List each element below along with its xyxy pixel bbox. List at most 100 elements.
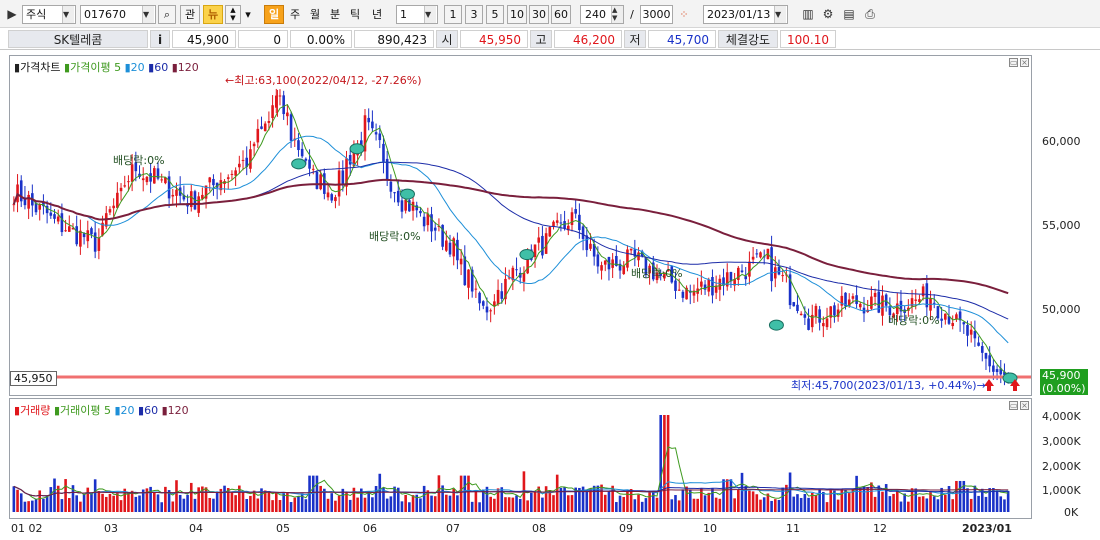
legend-volume-ma: 거래이평 bbox=[60, 404, 101, 417]
info-button[interactable]: i bbox=[150, 30, 170, 48]
volume-bar bbox=[807, 497, 810, 512]
menu-arrow-icon[interactable]: ▶ bbox=[4, 6, 20, 22]
quick-interval-5[interactable]: 5 bbox=[486, 5, 504, 24]
total-input[interactable]: 3000 bbox=[640, 5, 673, 24]
quick-interval-1[interactable]: 1 bbox=[444, 5, 462, 24]
period-year[interactable]: 년 bbox=[367, 5, 387, 24]
candle-body bbox=[263, 123, 267, 132]
candle-body bbox=[980, 346, 984, 353]
volume-bar bbox=[93, 479, 97, 512]
volume-bar bbox=[178, 494, 182, 512]
candle-body bbox=[818, 309, 821, 323]
stepper-button[interactable]: ▲ ▼ bbox=[225, 5, 241, 24]
candle-body bbox=[382, 143, 385, 162]
candle-body bbox=[951, 322, 955, 327]
candle-body bbox=[145, 176, 149, 183]
legend-price-chart: 가격차트 bbox=[20, 61, 61, 74]
volume-chart-pane[interactable]: ▮거래량 ▮거래이평 5 ▮20 ▮60 ▮120 ▭ × bbox=[9, 398, 1032, 519]
candle-body bbox=[622, 265, 626, 275]
calendar-dropdown-icon[interactable]: ▼ bbox=[774, 6, 786, 23]
chart-icon[interactable]: ▥ bbox=[800, 6, 816, 22]
candle-body bbox=[212, 178, 215, 186]
interval-select[interactable]: 1 ▼ bbox=[396, 5, 438, 24]
close-icon[interactable]: × bbox=[1020, 401, 1029, 410]
volume-bar bbox=[677, 500, 681, 512]
close-icon[interactable]: × bbox=[1020, 58, 1029, 67]
candle-body bbox=[870, 296, 873, 309]
volume-bar bbox=[419, 498, 422, 512]
chevron-down-icon[interactable]: ▼ bbox=[142, 6, 154, 23]
volume-bar bbox=[637, 494, 640, 512]
volume-bar bbox=[278, 500, 282, 512]
volume-bar bbox=[112, 495, 115, 512]
volume-bar bbox=[773, 499, 777, 512]
volume-bar bbox=[903, 493, 906, 512]
volume-bar bbox=[31, 500, 34, 512]
dropdown-icon[interactable]: ▾ bbox=[243, 5, 253, 24]
candle-body bbox=[337, 170, 341, 197]
volume-bar bbox=[622, 496, 626, 512]
candle-body bbox=[230, 173, 234, 175]
ma20-line bbox=[13, 135, 1009, 344]
search-button[interactable]: ⌕ bbox=[158, 5, 176, 24]
volume-bar bbox=[49, 487, 53, 512]
period-tick[interactable]: 틱 bbox=[346, 5, 364, 24]
code-input[interactable]: 017670 ▼ bbox=[80, 5, 156, 24]
candle-body bbox=[304, 158, 308, 161]
chevron-down-icon[interactable]: ▼ bbox=[62, 6, 74, 23]
date-picker[interactable]: 2023/01/13 ▼ bbox=[703, 5, 788, 24]
quick-interval-60[interactable]: 60 bbox=[551, 5, 571, 24]
volume-bar bbox=[511, 497, 515, 512]
count-input[interactable]: 240 ▲ ▼ bbox=[580, 5, 624, 24]
period-month[interactable]: 월 bbox=[306, 5, 324, 24]
dividend-label-2: 배당락:0% bbox=[369, 230, 421, 243]
candle-body bbox=[400, 200, 404, 212]
gear-icon[interactable]: ⚙ bbox=[820, 6, 836, 22]
volume-bar bbox=[847, 493, 851, 512]
volume-bar bbox=[485, 486, 489, 512]
quick-interval-10[interactable]: 10 bbox=[507, 5, 527, 24]
quick-interval-30[interactable]: 30 bbox=[529, 5, 549, 24]
legend-price-ma: 가격이평 bbox=[70, 61, 111, 74]
volume-bar bbox=[38, 490, 42, 512]
count-input-value: 240 bbox=[585, 8, 606, 21]
candle-body bbox=[877, 291, 881, 313]
minimize-icon[interactable]: ▭ bbox=[1009, 401, 1018, 410]
save-icon[interactable]: ▤ bbox=[841, 6, 857, 22]
candle-body bbox=[378, 133, 382, 141]
quick-interval-3[interactable]: 3 bbox=[465, 5, 483, 24]
volume-axis-label: 4,000K bbox=[1042, 410, 1081, 423]
period-week[interactable]: 주 bbox=[286, 5, 304, 24]
volume-bar bbox=[626, 490, 629, 512]
period-day[interactable]: 일 bbox=[264, 5, 284, 24]
volume-bar bbox=[737, 489, 740, 512]
period-minute[interactable]: 분 bbox=[326, 5, 344, 24]
candle-body bbox=[581, 226, 585, 239]
volume-bar bbox=[90, 492, 93, 512]
volume-bar bbox=[19, 493, 23, 512]
strength-label: 체결강도 bbox=[718, 30, 778, 48]
candle-body bbox=[873, 292, 877, 297]
volume-bar bbox=[430, 495, 433, 512]
news-button[interactable]: 뉴 bbox=[203, 5, 223, 24]
volume-bar bbox=[633, 499, 637, 512]
volume-axis-label: 0K bbox=[1064, 506, 1079, 519]
print-icon[interactable]: ⎙ bbox=[862, 6, 878, 22]
chevron-down-icon[interactable]: ▼ bbox=[424, 6, 436, 23]
volume-bar bbox=[618, 495, 622, 512]
minimize-icon[interactable]: ▭ bbox=[1009, 58, 1018, 67]
volume-bar bbox=[1003, 499, 1006, 512]
market-select[interactable]: 주식 ▼ bbox=[22, 5, 76, 24]
candle-body bbox=[415, 205, 419, 211]
price-chart-pane[interactable]: ▮가격차트 ▮가격이평 5 ▮20 ▮60 ▮120 ▭ × ←최고:63,100… bbox=[9, 55, 1032, 396]
settings-grid-icon[interactable]: ⁘ bbox=[675, 5, 693, 24]
current-price-tag: 45,900 (0.00%) bbox=[1040, 369, 1088, 395]
candle-body bbox=[371, 121, 374, 129]
count-stepper[interactable]: ▲ ▼ bbox=[611, 6, 623, 23]
volume-bar bbox=[607, 491, 611, 512]
volume-bar bbox=[925, 498, 929, 512]
watch-button[interactable]: 관 bbox=[180, 5, 200, 24]
candle-body bbox=[548, 227, 552, 237]
volume-bar bbox=[293, 497, 297, 512]
candle-body bbox=[93, 232, 97, 252]
